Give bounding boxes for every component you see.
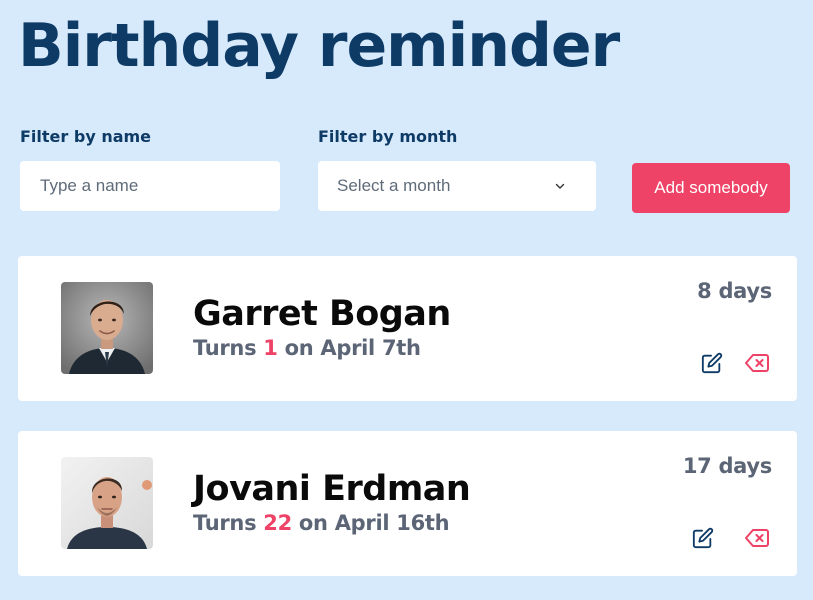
person-birthday-info: Turns 1 on April 7th (193, 336, 421, 360)
name-filter-input[interactable] (20, 161, 280, 211)
person-name: Jovani Erdman (193, 469, 471, 509)
person-photo-avatar (61, 457, 153, 549)
backspace-delete-icon[interactable] (744, 525, 770, 551)
birthday-date: on April 7th (277, 336, 421, 360)
page-title: Birthday reminder (18, 11, 620, 81)
birthday-date: on April 16th (291, 511, 450, 535)
person-card: Jovani Erdman Turns 22 on April 16th 17 … (18, 431, 797, 576)
person-card: Garret Bogan Turns 1 on April 7th 8 days (18, 256, 797, 401)
month-filter-select[interactable]: Select a month (318, 161, 596, 211)
person-name: Garret Bogan (193, 294, 451, 334)
month-select-value: Select a month (337, 176, 451, 195)
filter-month-label: Filter by month (318, 127, 458, 146)
edit-icon[interactable] (699, 350, 725, 376)
age-value: 1 (263, 336, 278, 360)
backspace-delete-icon[interactable] (744, 350, 770, 376)
chevron-down-icon (555, 181, 565, 191)
person-birthday-info: Turns 22 on April 16th (193, 511, 450, 535)
add-somebody-button[interactable]: Add somebody (632, 163, 790, 213)
days-until-birthday: 17 days (682, 454, 772, 478)
filter-name-label: Filter by name (20, 127, 152, 146)
turns-label: Turns (193, 511, 264, 535)
person-photo-avatar (61, 282, 153, 374)
turns-label: Turns (193, 336, 264, 360)
days-until-birthday: 8 days (697, 279, 772, 303)
age-value: 22 (263, 511, 292, 535)
edit-icon[interactable] (690, 525, 716, 551)
